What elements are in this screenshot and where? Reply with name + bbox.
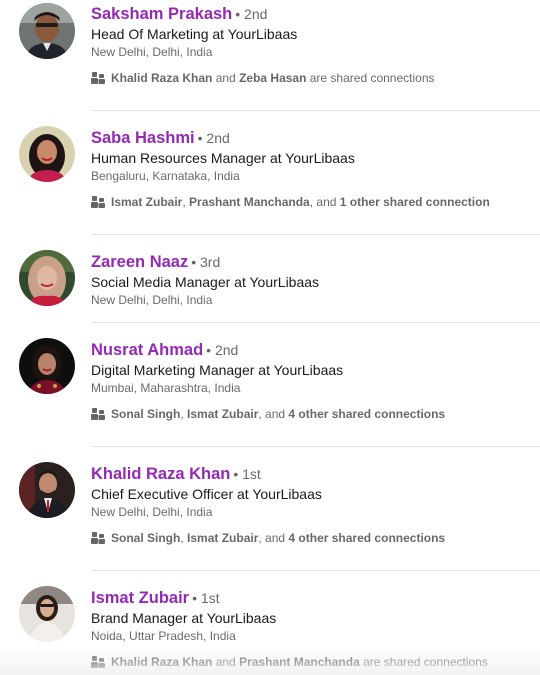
profile-headline: Brand Manager at YourLibaas <box>91 610 277 626</box>
profile-name[interactable]: Ismat Zubair <box>91 589 189 607</box>
profile-location: New Delhi, Delhi, India <box>91 293 213 307</box>
connection-degree: • 2nd <box>197 130 230 146</box>
shared-connection-name[interactable]: Sonal Singh <box>111 407 180 421</box>
profile-avatar[interactable] <box>19 3 75 59</box>
shared-connections[interactable]: Khalid Raza Khan and Prashant Manchanda … <box>91 654 488 670</box>
shared-connection-name[interactable]: Khalid Raza Khan <box>111 655 212 669</box>
profile-headline: Social Media Manager at YourLibaas <box>91 274 320 290</box>
divider <box>91 322 540 323</box>
divider <box>91 234 540 235</box>
profile-location: Bengaluru, Karnataka, India <box>91 169 240 183</box>
shared-text: , and <box>258 531 289 545</box>
shared-connection-name[interactable]: Sonal Singh <box>111 531 180 545</box>
profile-name[interactable]: Saba Hashmi <box>91 129 195 147</box>
shared-connection-name[interactable]: Zeba Hasan <box>239 71 306 85</box>
people-icon <box>91 72 105 84</box>
people-icon <box>91 532 105 544</box>
shared-text: are shared connections <box>359 655 488 669</box>
profile-avatar[interactable] <box>19 586 75 642</box>
profile-location: New Delhi, Delhi, India <box>91 505 213 519</box>
shared-connection-name[interactable]: Khalid Raza Khan <box>111 71 212 85</box>
connection-degree: • 1st <box>233 466 261 482</box>
shared-connection-name[interactable]: Prashant Manchanda <box>189 195 310 209</box>
profile-photo-icon <box>19 338 75 394</box>
profile-headline: Head Of Marketing at YourLibaas <box>91 26 298 42</box>
shared-text: , and <box>258 407 289 421</box>
profile-name[interactable]: Zareen Naaz <box>91 253 188 271</box>
shared-connections[interactable]: Ismat Zubair, Prashant Manchanda, and 1 … <box>91 194 490 210</box>
profile-photo-icon <box>19 250 75 306</box>
profile-avatar[interactable] <box>19 250 75 306</box>
shared-connections[interactable]: Sonal Singh, Ismat Zubair, and 4 other s… <box>91 530 445 546</box>
profile-location: Noida, Uttar Pradesh, India <box>91 629 236 643</box>
connection-degree: • 2nd <box>235 6 268 22</box>
profile-headline: Digital Marketing Manager at YourLibaas <box>91 362 344 378</box>
shared-text: , <box>180 407 188 421</box>
shared-connections[interactable]: Sonal Singh, Ismat Zubair, and 4 other s… <box>91 406 445 422</box>
shared-text: and <box>212 71 240 85</box>
profile-name[interactable]: Khalid Raza Khan <box>91 465 230 483</box>
people-icon <box>91 196 105 208</box>
divider <box>91 446 540 447</box>
profile-name[interactable]: Nusrat Ahmad <box>91 341 203 359</box>
shared-text: , <box>180 531 188 545</box>
divider <box>91 570 540 571</box>
shared-connection-name[interactable]: Ismat Zubair <box>111 195 182 209</box>
shared-text: are shared connections <box>306 71 435 85</box>
profile-name[interactable]: Saksham Prakash <box>91 5 232 23</box>
shared-connections[interactable]: Khalid Raza Khan and Zeba Hasan are shar… <box>91 70 435 86</box>
shared-connection-name[interactable]: Ismat Zubair <box>187 531 258 545</box>
profile-headline: Chief Executive Officer at YourLibaas <box>91 486 322 502</box>
shared-text: and <box>212 655 240 669</box>
connection-degree: • 2nd <box>206 342 239 358</box>
people-icon <box>91 408 105 420</box>
profile-avatar[interactable] <box>19 338 75 394</box>
profile-photo-icon <box>19 462 75 518</box>
connection-degree: • 3rd <box>191 254 221 270</box>
profile-location: New Delhi, Delhi, India <box>91 45 213 59</box>
shared-connection-name[interactable]: Ismat Zubair <box>187 407 258 421</box>
profile-avatar[interactable] <box>19 462 75 518</box>
shared-connection-more[interactable]: 4 other shared connections <box>288 407 445 421</box>
profile-avatar[interactable] <box>19 126 75 182</box>
people-icon <box>91 656 105 668</box>
profile-photo-icon <box>19 586 75 642</box>
profile-headline: Human Resources Manager at YourLibaas <box>91 150 355 166</box>
shared-connection-more[interactable]: 4 other shared connections <box>288 531 445 545</box>
profile-photo-icon <box>19 126 75 182</box>
shared-connection-name[interactable]: Prashant Manchanda <box>239 655 360 669</box>
profile-location: Mumbai, Maharashtra, India <box>91 381 241 395</box>
connection-degree: • 1st <box>192 590 220 606</box>
shared-connection-more[interactable]: 1 other shared connection <box>340 195 490 209</box>
divider <box>91 110 540 111</box>
profile-photo-icon <box>19 3 75 59</box>
shared-text: , and <box>309 195 340 209</box>
